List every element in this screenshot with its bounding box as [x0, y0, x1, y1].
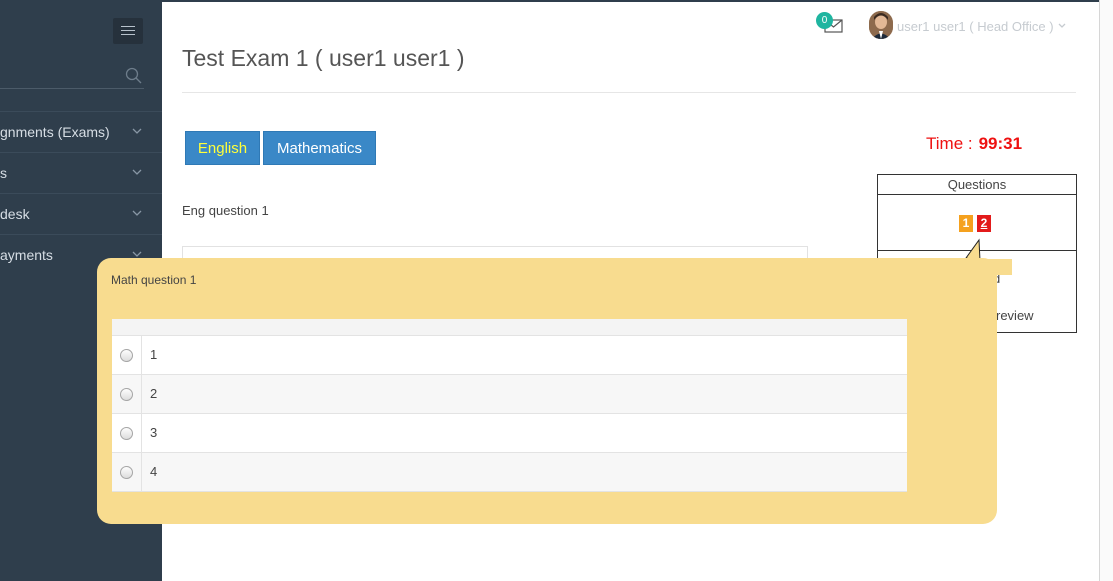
question-number-1[interactable]: 1	[959, 215, 973, 232]
table-row[interactable]: 3	[112, 414, 907, 453]
table-row[interactable]: 1	[112, 336, 907, 375]
page-scrollbar[interactable]	[1099, 0, 1113, 581]
sidebar-item-assignments[interactable]: gnments (Exams)	[0, 111, 162, 152]
chevron-down-icon	[132, 210, 142, 216]
exam-timer: Time : 99:31	[926, 134, 1022, 154]
search-icon[interactable]	[124, 66, 144, 86]
answer-radio-2[interactable]	[120, 388, 133, 401]
answer-option-label: 3	[150, 425, 158, 440]
chevron-down-icon	[132, 169, 142, 175]
answer-radio-1[interactable]	[120, 349, 133, 362]
legend-label-review: review	[996, 308, 1034, 323]
sidebar-item-label: ayments	[0, 247, 53, 263]
tab-mathematics[interactable]: Mathematics	[263, 131, 376, 165]
radio-cell	[112, 375, 142, 413]
table-header	[112, 319, 907, 336]
radio-cell	[112, 453, 142, 491]
radio-cell	[112, 336, 142, 374]
answer-options-table: 1 2 3 4	[112, 319, 907, 492]
chevron-down-icon	[132, 128, 142, 134]
mail-count-badge: 0	[816, 12, 833, 29]
answer-radio-3[interactable]	[120, 427, 133, 440]
timer-value: 99:31	[978, 134, 1023, 153]
page-title: Test Exam 1 ( user1 user1 )	[182, 45, 465, 71]
answer-option-label: 2	[150, 386, 158, 401]
chevron-down-icon[interactable]	[1057, 21, 1067, 31]
questions-panel-heading: Questions	[878, 175, 1076, 195]
table-row[interactable]: 4	[112, 453, 907, 492]
english-question-text: Eng question 1	[182, 203, 269, 218]
tab-english[interactable]: English	[185, 131, 260, 165]
avatar[interactable]	[869, 11, 893, 39]
sidebar-item-label: gnments (Exams)	[0, 124, 110, 140]
top-border	[162, 0, 1113, 2]
sidebar-item-label: desk	[0, 206, 30, 222]
answer-radio-4[interactable]	[120, 466, 133, 479]
divider	[182, 92, 1076, 93]
radio-cell	[112, 414, 142, 452]
table-row[interactable]: 2	[112, 375, 907, 414]
answer-option-label: 1	[150, 347, 158, 362]
sidebar-item-helpdesk[interactable]: desk	[0, 193, 162, 234]
timer-label: Time :	[926, 134, 973, 153]
user-menu-name[interactable]: user1 user1 ( Head Office )	[897, 19, 1054, 34]
menu-toggle-button[interactable]	[113, 18, 143, 44]
sidebar-item-2[interactable]: s	[0, 152, 162, 193]
sidebar-search[interactable]	[0, 62, 144, 89]
math-question-popup: Math question 1 1 2 3 4	[97, 258, 997, 524]
sidebar-item-label: s	[0, 165, 7, 181]
question-number-2[interactable]: 2	[977, 215, 991, 232]
answer-option-label: 4	[150, 464, 158, 479]
math-question-text: Math question 1	[111, 273, 197, 287]
